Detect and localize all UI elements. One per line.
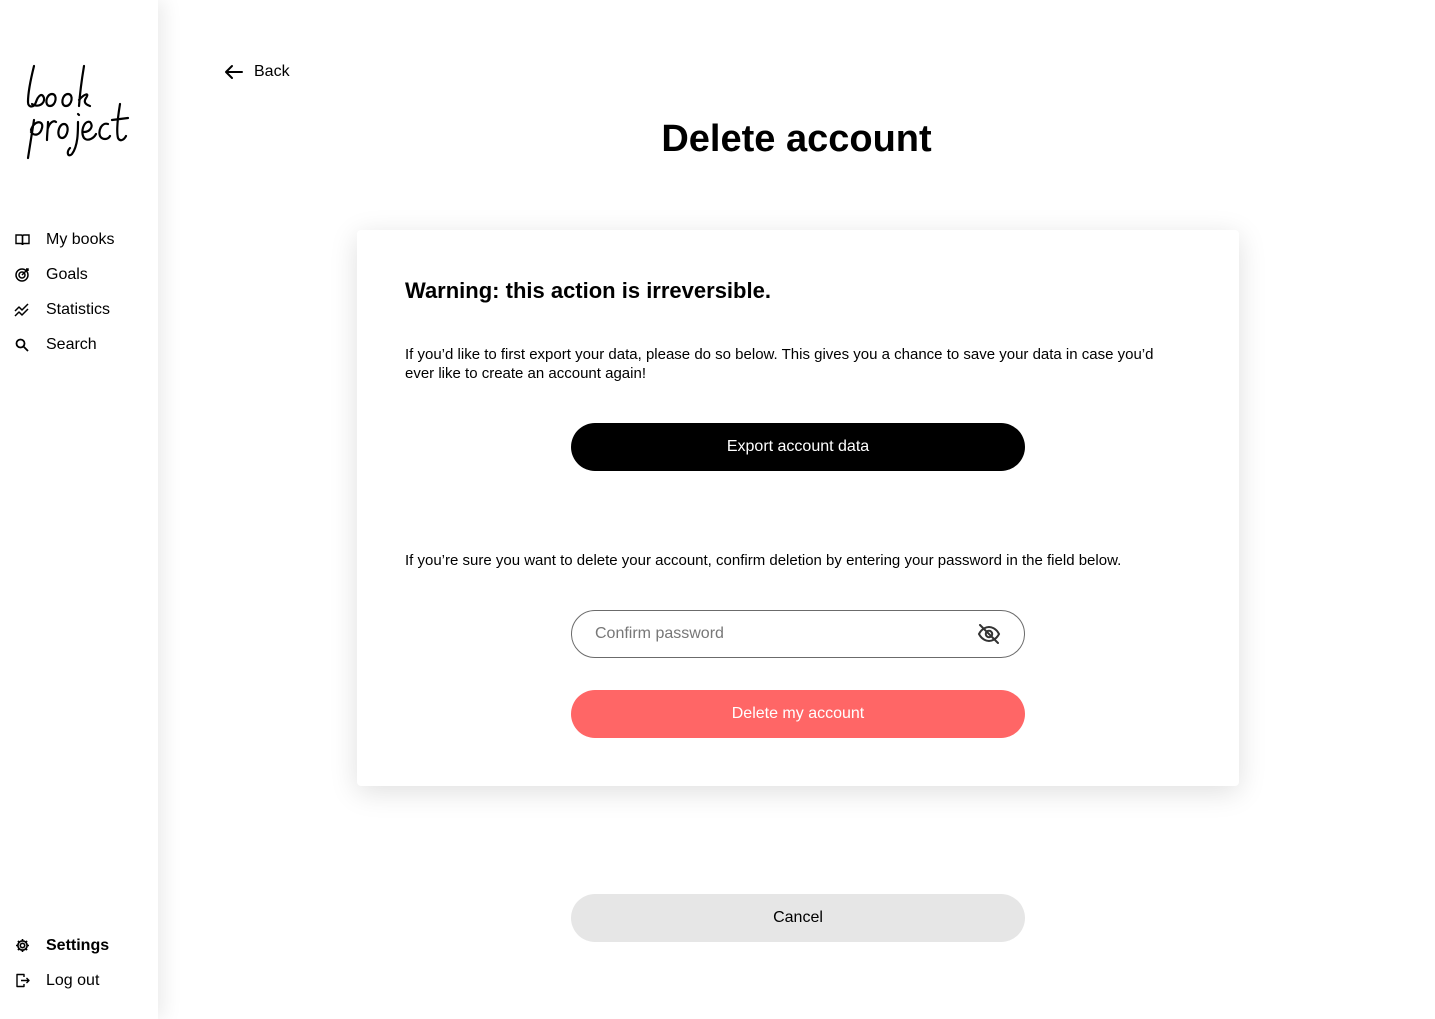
export-description: If you’d like to first export your data,… [405,346,1154,382]
target-icon [14,267,30,283]
sidebar: My books Goals Statistics Search Setting… [0,0,158,1019]
gear-icon [14,938,30,954]
sidebar-item-my-books[interactable]: My books [0,222,158,257]
confirm-password-input[interactable] [572,624,976,644]
main-content: Back Delete account Warning: this action… [158,0,1435,1019]
sidebar-item-label: My books [46,230,115,248]
logout-icon [14,973,30,989]
sidebar-item-log-out[interactable]: Log out [0,963,158,998]
eye-off-icon[interactable] [976,621,1002,647]
back-label: Back [254,63,290,80]
delete-my-account-button[interactable]: Delete my account [571,690,1025,738]
page-title: Delete account [661,118,932,160]
search-icon [14,337,30,353]
delete-account-card: Warning: this action is irreversible. If… [357,230,1239,786]
warning-heading: Warning: this action is irreversible. [405,278,771,303]
cancel-button[interactable]: Cancel [571,894,1025,942]
sidebar-item-label: Log out [46,971,100,989]
sidebar-item-label: Statistics [46,300,111,318]
confirm-password-field [571,610,1025,658]
sidebar-item-search[interactable]: Search [0,327,158,362]
export-account-data-button[interactable]: Export account data [571,423,1025,471]
sidebar-item-label: Search [46,335,97,353]
confirm-description: If you’re sure you want to delete your a… [405,552,1122,569]
book-project-logo[interactable] [22,58,130,163]
sidebar-item-statistics[interactable]: Statistics [0,292,158,327]
arrow-left-icon [224,62,244,82]
back-link[interactable]: Back [224,62,290,82]
sidebar-item-label: Goals [46,265,88,283]
sidebar-bottom-nav: Settings Log out [0,928,158,998]
sidebar-item-label: Settings [46,936,110,954]
book-open-icon [14,232,30,248]
sidebar-item-settings[interactable]: Settings [0,928,158,963]
sidebar-item-goals[interactable]: Goals [0,257,158,292]
chart-line-icon [14,302,30,318]
sidebar-nav: My books Goals Statistics Search [0,222,158,362]
